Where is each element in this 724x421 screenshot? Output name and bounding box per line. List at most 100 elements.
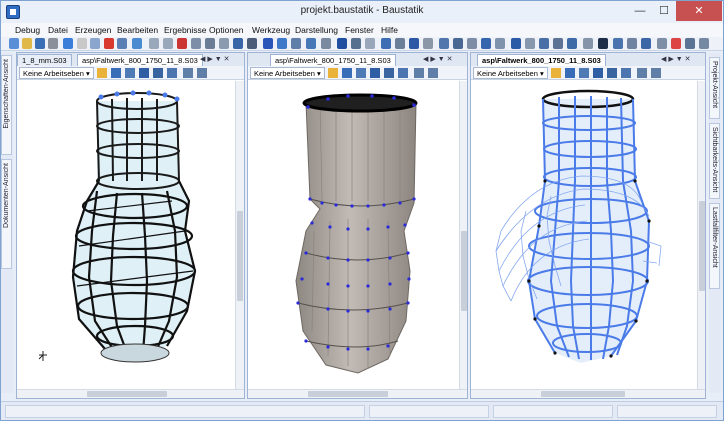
zoom-window-icon[interactable]: [565, 68, 575, 78]
section-icon[interactable]: [423, 38, 433, 49]
next-view-icon[interactable]: [428, 68, 438, 78]
settings-icon[interactable]: [613, 38, 623, 49]
info-icon[interactable]: [627, 38, 637, 49]
open-icon[interactable]: [22, 38, 32, 49]
slab-icon[interactable]: [553, 38, 563, 49]
pick-icon[interactable]: [306, 38, 316, 49]
report-icon[interactable]: [525, 38, 535, 49]
zoom-in-icon[interactable]: [356, 68, 366, 78]
menu-fenster[interactable]: Fenster: [345, 23, 374, 37]
pan-icon[interactable]: [139, 68, 149, 78]
document-icon[interactable]: [77, 38, 87, 49]
model-view-wireframe[interactable]: [17, 81, 244, 384]
support-icon[interactable]: [381, 38, 391, 49]
zoom-icon[interactable]: [219, 38, 229, 49]
document-tab-inactive[interactable]: 1_8_mm.S03: [17, 54, 72, 66]
tab-sichtbarkeits-ansicht[interactable]: Sichtbarkeits-Ansicht: [709, 123, 720, 199]
tab-eigenschaften-ansicht[interactable]: Eigenschaften-Ansicht: [1, 55, 12, 155]
zoom-window-icon[interactable]: [342, 68, 352, 78]
beam-icon[interactable]: [351, 38, 361, 49]
workplane-dropdown[interactable]: Keine Arbeitseben ▾: [250, 67, 325, 79]
horizontal-scroll-thumb[interactable]: [87, 391, 167, 397]
tab-prev-icon[interactable]: ◀: [423, 56, 428, 63]
workplane-dropdown[interactable]: Keine Arbeitseben ▾: [473, 67, 548, 79]
select-icon[interactable]: [205, 38, 215, 49]
vertical-scroll-thumb[interactable]: [237, 211, 243, 301]
tab-prev-icon[interactable]: ◀: [661, 56, 666, 63]
result-icon[interactable]: [495, 38, 505, 49]
function-icon[interactable]: [598, 38, 608, 49]
tab-close-icon[interactable]: ✕: [685, 56, 691, 63]
horizontal-scrollbar[interactable]: [248, 389, 467, 398]
tab-next-icon[interactable]: ▶: [430, 56, 435, 63]
menu-datei[interactable]: Datei: [48, 23, 68, 37]
zoom-window-icon[interactable]: [111, 68, 121, 78]
view-icon[interactable]: [247, 38, 257, 49]
delete-icon[interactable]: [671, 38, 681, 49]
pan-icon[interactable]: [291, 38, 301, 49]
model-view-blue-mesh[interactable]: [471, 81, 705, 384]
filter-icon[interactable]: [467, 38, 477, 49]
mesh-icon[interactable]: [439, 38, 449, 49]
paste-icon[interactable]: [191, 38, 201, 49]
menu-ergebnisse[interactable]: Ergebnisse: [164, 23, 207, 37]
zoom-out-icon[interactable]: [167, 68, 177, 78]
horizontal-scroll-thumb[interactable]: [541, 391, 625, 397]
node-icon[interactable]: [337, 38, 347, 49]
print-preview-icon[interactable]: [63, 38, 73, 49]
tab-list-icon[interactable]: ▼: [438, 56, 445, 63]
tab-prev-icon[interactable]: ◀: [200, 56, 205, 63]
horizontal-scrollbar[interactable]: [17, 389, 244, 398]
tool-icon[interactable]: [685, 38, 695, 49]
menu-hilfe[interactable]: Hilfe: [381, 23, 398, 37]
layer-icon[interactable]: [453, 38, 463, 49]
select-arrow-icon[interactable]: [328, 68, 338, 78]
vertical-scroll-thumb[interactable]: [461, 231, 467, 311]
tab-close-icon[interactable]: ✕: [224, 56, 230, 63]
cut-icon[interactable]: [177, 38, 187, 49]
vertical-scroll-thumb[interactable]: [699, 201, 705, 291]
new-icon[interactable]: [9, 38, 19, 49]
zoom-in-icon[interactable]: [125, 68, 135, 78]
diagram-icon[interactable]: [511, 38, 521, 49]
next-view-icon[interactable]: [651, 68, 661, 78]
menu-optionen[interactable]: Optionen: [209, 23, 244, 37]
foundation-icon[interactable]: [583, 38, 593, 49]
maximize-button[interactable]: ☐: [652, 1, 676, 21]
document-tab-active[interactable]: asp\Faltwerk_800_1750_11_8.S03: [270, 54, 396, 66]
surface-icon[interactable]: [365, 38, 375, 49]
calc-icon[interactable]: [481, 38, 491, 49]
prev-view-icon[interactable]: [637, 68, 647, 78]
pan-icon[interactable]: [370, 68, 380, 78]
column-icon[interactable]: [567, 38, 577, 49]
minimize-button[interactable]: —: [628, 1, 652, 21]
select-arrow-icon[interactable]: [551, 68, 561, 78]
vertical-scrollbar[interactable]: [235, 81, 244, 391]
horizontal-scroll-thumb[interactable]: [308, 391, 388, 397]
extra-icon[interactable]: [699, 38, 709, 49]
tab-projekt-ansicht[interactable]: Projekt-Ansicht: [709, 57, 720, 119]
document-tab-active[interactable]: asp\Faltwerk_800_1750_11_8.S03: [477, 54, 606, 66]
load-icon[interactable]: [395, 38, 405, 49]
zoom-all-icon[interactable]: [384, 68, 394, 78]
export-icon[interactable]: [90, 38, 100, 49]
workplane-dropdown[interactable]: Keine Arbeitseben ▾: [19, 67, 94, 79]
menu-bearbeiten[interactable]: Bearbeiten: [117, 23, 158, 37]
menu-debug[interactable]: Debug: [15, 23, 40, 37]
zoom-all-icon[interactable]: [153, 68, 163, 78]
hinge-icon[interactable]: [409, 38, 419, 49]
horizontal-scrollbar[interactable]: [471, 389, 705, 398]
menu-erzeugen[interactable]: Erzeugen: [75, 23, 111, 37]
pdf-icon[interactable]: [104, 38, 114, 49]
measure-icon[interactable]: [321, 38, 331, 49]
next-view-icon[interactable]: [197, 68, 207, 78]
tab-dokumenten-ansicht[interactable]: Dokumenten-Ansicht: [1, 159, 12, 269]
zoom-all-icon[interactable]: [607, 68, 617, 78]
document-tab-active[interactable]: asp\Faltwerk_800_1750_11_8.S03: [77, 54, 203, 66]
redo-icon[interactable]: [163, 38, 173, 49]
tab-list-icon[interactable]: ▼: [215, 56, 222, 63]
print-icon[interactable]: [48, 38, 58, 49]
prev-view-icon[interactable]: [183, 68, 193, 78]
sphere-icon[interactable]: [263, 38, 273, 49]
cursor-icon[interactable]: [657, 38, 667, 49]
